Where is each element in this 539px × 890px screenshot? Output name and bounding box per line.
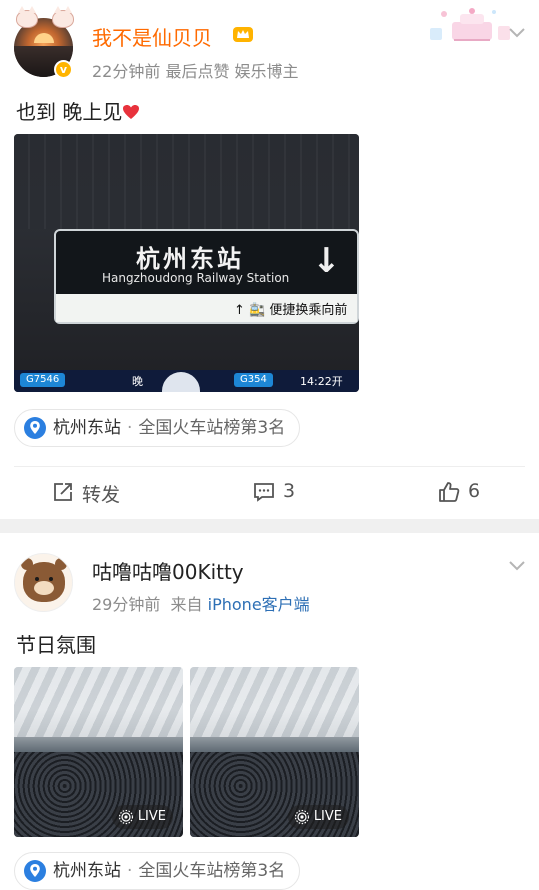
repost-button[interactable]: 转发 bbox=[52, 478, 132, 508]
post-live-photo[interactable]: LIVE bbox=[14, 667, 183, 837]
board-train-tag: G354 bbox=[234, 373, 273, 387]
down-arrow-icon: ↓ bbox=[312, 241, 341, 281]
sunset-sun bbox=[34, 33, 54, 43]
bear-muzzle bbox=[34, 581, 54, 595]
departure-board: G7546 晚 G354 14:22开 bbox=[14, 370, 359, 392]
post-text: 也到 晚上见 bbox=[16, 96, 140, 125]
board-departure-time: 14:22开 bbox=[300, 375, 343, 388]
bear-avatar bbox=[21, 558, 67, 602]
sign-chinese-name: 杭州东站 bbox=[136, 245, 244, 273]
station-roof bbox=[14, 667, 183, 737]
repost-label: 转发 bbox=[82, 484, 121, 506]
separator-dot: · bbox=[127, 418, 133, 438]
bear-eye bbox=[49, 577, 53, 581]
feed-post-1: v 我不是仙贝贝 22分钟前 最后点赞 娱乐博主 也到 晚上见 杭州东站 Han… bbox=[0, 0, 539, 519]
comment-count: 3 bbox=[283, 480, 296, 502]
live-label: LIVE bbox=[313, 809, 342, 824]
post-divider bbox=[0, 519, 539, 533]
comment-button[interactable]: 3 bbox=[253, 478, 303, 508]
location-rank: 全国火车站榜第3名 bbox=[138, 418, 286, 438]
location-name: 杭州东站 bbox=[53, 861, 121, 881]
station-ceiling bbox=[14, 134, 359, 229]
station-sign: 杭州东站 Hangzhoudong Railway Station ↓ ↑ 🚉 … bbox=[54, 229, 359, 324]
chevron-down-icon[interactable] bbox=[509, 28, 525, 38]
sign-transfer-text: ↑ 🚉 便捷换乘向前 bbox=[234, 303, 348, 318]
live-photo-icon bbox=[118, 809, 133, 825]
bear-eye bbox=[35, 577, 39, 581]
from-label: 来自 bbox=[170, 595, 203, 614]
location-pin-icon bbox=[24, 417, 46, 439]
sign-english-name: Hangzhoudong Railway Station bbox=[102, 271, 290, 285]
divider bbox=[14, 466, 525, 467]
location-tag[interactable]: 杭州东站 · 全国火车站榜第3名 bbox=[14, 409, 301, 447]
cat-decoration-icon bbox=[16, 6, 38, 28]
location-tag[interactable]: 杭州东站 · 全国火车站榜第3名 bbox=[14, 852, 301, 890]
comment-icon bbox=[254, 483, 274, 502]
feed-post-2: 咕噜咕噜00Kitty 29分钟前 来自 iPhone客户端 节日氛围 LIVE bbox=[0, 533, 539, 890]
like-button[interactable]: 6 bbox=[438, 478, 488, 508]
post-text: 节日氛围 bbox=[16, 633, 96, 657]
location-rank: 全国火车站榜第3名 bbox=[138, 861, 286, 881]
bear-ear bbox=[21, 558, 33, 570]
username[interactable]: 咕噜咕噜00Kitty bbox=[92, 556, 244, 585]
post-meta: 22分钟前 最后点赞 娱乐博主 bbox=[92, 62, 299, 81]
location-pin-icon bbox=[24, 860, 46, 882]
separator-dot: · bbox=[127, 861, 133, 881]
bear-ear bbox=[55, 558, 67, 570]
celebration-sticker-icon bbox=[430, 8, 510, 41]
verified-badge-icon: v bbox=[54, 60, 73, 79]
thumbs-up-icon bbox=[439, 482, 460, 502]
live-label: LIVE bbox=[137, 809, 166, 824]
crown-icon bbox=[233, 27, 253, 42]
live-badge: LIVE bbox=[111, 805, 173, 829]
post-meta: 29分钟前 来自 iPhone客户端 bbox=[92, 591, 310, 615]
like-count: 6 bbox=[468, 480, 481, 502]
location-name: 杭州东站 bbox=[53, 418, 121, 438]
live-badge: LIVE bbox=[287, 805, 349, 829]
heart-emoji-icon bbox=[123, 105, 140, 119]
clock-dial bbox=[162, 372, 200, 392]
sign-strip: ↑ 🚉 便捷换乘向前 bbox=[56, 294, 357, 322]
post-image[interactable]: 杭州东站 Hangzhoudong Railway Station ↓ ↑ 🚉 … bbox=[14, 134, 359, 392]
avatar[interactable] bbox=[14, 553, 73, 612]
cat-decoration-icon bbox=[52, 6, 74, 28]
post-time: 29分钟前 bbox=[92, 595, 161, 614]
chevron-down-icon[interactable] bbox=[509, 561, 525, 571]
live-photo-icon bbox=[294, 809, 309, 825]
username[interactable]: 我不是仙贝贝 bbox=[92, 22, 212, 51]
board-train-tag: G7546 bbox=[20, 373, 66, 387]
repost-icon bbox=[54, 483, 72, 501]
station-roof bbox=[190, 667, 359, 737]
board-text: 晚 bbox=[132, 375, 143, 388]
post-live-photo[interactable]: LIVE bbox=[190, 667, 359, 837]
post-source-link[interactable]: iPhone客户端 bbox=[208, 595, 310, 614]
